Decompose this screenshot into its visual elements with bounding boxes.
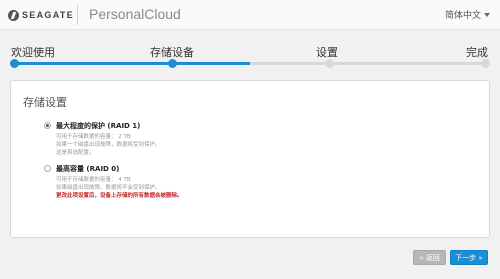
step-label-welcome: 欢迎使用: [11, 46, 55, 59]
brand-name: SEAGATE: [22, 10, 74, 20]
raid0-protection: 如果磁盘出现故障，数据将不会受到保护。: [56, 185, 161, 191]
step-label-finish: 完成: [466, 46, 488, 59]
step-dot-finish: [481, 59, 490, 68]
step-dot-settings: [325, 59, 334, 68]
progress-fill: [14, 62, 250, 65]
raid0-warning: 更改此项设置后，设备上存储的所有数据会被删除。: [56, 193, 183, 199]
raid1-recommended: 这是首选配置。: [56, 150, 95, 156]
raid1-title: 最大程度的保护 (RAID 1): [56, 122, 141, 130]
raid1-capacity: 可用于存储数据的容量： 2 TB: [56, 134, 131, 140]
back-button[interactable]: « 返回: [413, 250, 446, 265]
panel-title: 存储设置: [23, 96, 67, 109]
app-header: SEAGATE PersonalCloud 简体中文: [0, 0, 500, 30]
language-selector[interactable]: 简体中文: [445, 8, 490, 21]
next-button[interactable]: 下一步 »: [450, 250, 488, 265]
step-dot-storage: [168, 59, 177, 68]
step-label-settings: 设置: [316, 46, 338, 59]
seagate-logo-icon: [8, 9, 19, 21]
header-divider: [77, 5, 78, 25]
step-dot-welcome: [10, 59, 19, 68]
chevron-down-icon: [484, 12, 490, 17]
raid0-radio[interactable]: [44, 165, 51, 172]
storage-settings-panel: 存储设置 最大程度的保护 (RAID 1) 可用于存储数据的容量： 2 TB 如…: [10, 80, 490, 238]
raid0-capacity: 可用于存储数据的容量： 4 TB: [56, 177, 131, 183]
raid1-radio[interactable]: [44, 122, 51, 129]
raid1-protection: 如果一个磁盘出现故障，数据将受到保护。: [56, 142, 161, 148]
language-label: 简体中文: [444, 11, 481, 21]
raid0-title: 最高容量 (RAID 0): [56, 165, 120, 173]
product-name: PersonalCloud: [89, 6, 181, 22]
step-label-storage: 存储设备: [150, 46, 194, 59]
seagate-logo: SEAGATE: [8, 9, 74, 21]
